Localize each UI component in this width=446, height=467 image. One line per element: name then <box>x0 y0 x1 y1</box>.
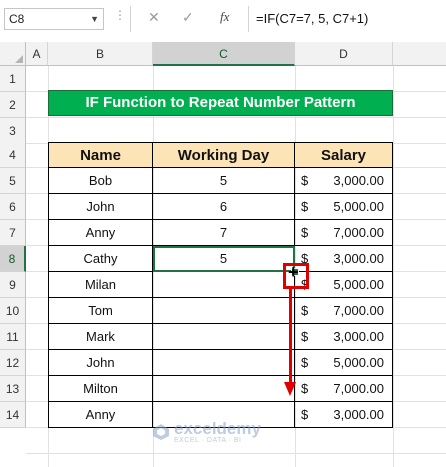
working-day-cell[interactable] <box>153 272 295 298</box>
salary-cell[interactable]: $5,000.00 <box>295 350 393 376</box>
currency-symbol: $ <box>301 407 309 422</box>
row-header-11[interactable]: 11 <box>0 324 26 350</box>
currency-symbol: $ <box>301 381 309 396</box>
name-cell[interactable]: Milton <box>48 376 153 402</box>
selected-cell-outline[interactable] <box>153 246 295 272</box>
row-header-12[interactable]: 12 <box>0 350 26 376</box>
formula-bar-area: C8 ▼ ⋮ ✕ ✓ fx =IF(C7=7, 5, C7+1) <box>0 0 446 38</box>
row-header-10[interactable]: 10 <box>0 298 26 324</box>
salary-amount: 5,000.00 <box>333 277 384 292</box>
currency-symbol: $ <box>301 355 309 370</box>
name-cell[interactable]: Bob <box>48 168 153 194</box>
column-header-c[interactable]: C <box>153 42 295 66</box>
currency-symbol: $ <box>301 303 309 318</box>
name-cell[interactable]: Mark <box>48 324 153 350</box>
salary-cell[interactable]: $5,000.00 <box>295 272 393 298</box>
gridline <box>26 453 446 454</box>
salary-cell[interactable]: $7,000.00 <box>295 376 393 402</box>
working-day-cell[interactable]: 5 <box>153 168 295 194</box>
salary-amount: 3,000.00 <box>333 173 384 188</box>
row-header-8[interactable]: 8 <box>0 246 26 272</box>
row-header-4[interactable]: 4 <box>0 142 26 168</box>
name-cell[interactable]: Anny <box>48 402 153 428</box>
formula-bar-divider <box>130 6 131 32</box>
enter-icon[interactable]: ✓ <box>182 9 194 26</box>
currency-symbol: $ <box>301 225 309 240</box>
name-box-value: C8 <box>9 12 25 26</box>
name-cell[interactable]: John <box>48 194 153 220</box>
name-cell[interactable]: John <box>48 350 153 376</box>
column-header-b[interactable]: B <box>48 42 153 66</box>
salary-cell[interactable]: $3,000.00 <box>295 402 393 428</box>
drag-arrow-line <box>289 289 292 384</box>
row-header-7[interactable]: 7 <box>0 220 26 246</box>
column-header-a[interactable]: A <box>26 42 48 66</box>
name-cell[interactable]: Milan <box>48 272 153 298</box>
working-day-cell[interactable] <box>153 324 295 350</box>
working-day-cell[interactable] <box>153 376 295 402</box>
gridline <box>393 66 394 467</box>
exceldemy-logo-icon <box>153 424 169 440</box>
row-header-6[interactable]: 6 <box>0 194 26 220</box>
working-day-cell[interactable]: 7 <box>153 220 295 246</box>
formula-input[interactable]: =IF(C7=7, 5, C7+1) <box>256 8 368 30</box>
name-box-dropdown-icon[interactable]: ▼ <box>90 9 99 29</box>
salary-cell[interactable]: $7,000.00 <box>295 298 393 324</box>
formula-bar-grip-icon: ⋮ <box>114 8 126 22</box>
drag-arrow-head-icon <box>284 382 296 396</box>
salary-amount: 5,000.00 <box>333 199 384 214</box>
row-header-14[interactable]: 14 <box>0 402 26 428</box>
salary-amount: 7,000.00 <box>333 303 384 318</box>
cancel-icon[interactable]: ✕ <box>148 9 160 26</box>
working-day-cell[interactable] <box>153 350 295 376</box>
salary-amount: 3,000.00 <box>333 407 384 422</box>
row-header-1[interactable]: 1 <box>0 66 26 92</box>
working-day-cell[interactable] <box>153 298 295 324</box>
row-header-5[interactable]: 5 <box>0 168 26 194</box>
row-header-2[interactable]: 2 <box>0 92 26 118</box>
gridline <box>26 117 446 118</box>
salary-amount: 3,000.00 <box>333 251 384 266</box>
formula-input-divider <box>248 6 249 32</box>
name-cell[interactable]: Tom <box>48 298 153 324</box>
salary-cell[interactable]: $7,000.00 <box>295 220 393 246</box>
select-all-button[interactable] <box>0 42 26 66</box>
salary-amount: 7,000.00 <box>333 381 384 396</box>
name-box[interactable]: C8 ▼ <box>4 8 104 30</box>
watermark: exceldemy EXCEL · DATA · BI <box>152 420 261 444</box>
name-cell[interactable]: Cathy <box>48 246 153 272</box>
name-cell[interactable]: Anny <box>48 220 153 246</box>
header-name[interactable]: Name <box>48 142 153 168</box>
watermark-name: exceldemy <box>174 418 261 438</box>
select-all-icon <box>15 55 23 63</box>
currency-symbol: $ <box>301 173 309 188</box>
currency-symbol: $ <box>301 199 309 214</box>
salary-amount: 3,000.00 <box>333 329 384 344</box>
column-header-d[interactable]: D <box>295 42 393 66</box>
header-salary[interactable]: Salary <box>295 142 393 168</box>
salary-cell[interactable]: $5,000.00 <box>295 194 393 220</box>
row-header-13[interactable]: 13 <box>0 376 26 402</box>
insert-function-icon[interactable]: fx <box>220 9 229 25</box>
salary-cell[interactable]: $3,000.00 <box>295 324 393 350</box>
watermark-tagline: EXCEL · DATA · BI <box>174 436 242 444</box>
title-banner[interactable]: IF Function to Repeat Number Pattern <box>48 90 393 116</box>
salary-amount: 7,000.00 <box>333 225 384 240</box>
currency-symbol: $ <box>301 329 309 344</box>
salary-amount: 5,000.00 <box>333 355 384 370</box>
salary-cell[interactable]: $3,000.00 <box>295 168 393 194</box>
column-header-e[interactable] <box>393 42 446 66</box>
crosshair-cursor-icon: + <box>288 262 299 282</box>
row-header-9[interactable]: 9 <box>0 272 26 298</box>
row-header-3[interactable]: 3 <box>0 118 26 144</box>
working-day-cell[interactable]: 6 <box>153 194 295 220</box>
salary-cell[interactable]: $3,000.00 <box>295 246 393 272</box>
header-working-day[interactable]: Working Day <box>153 142 295 168</box>
